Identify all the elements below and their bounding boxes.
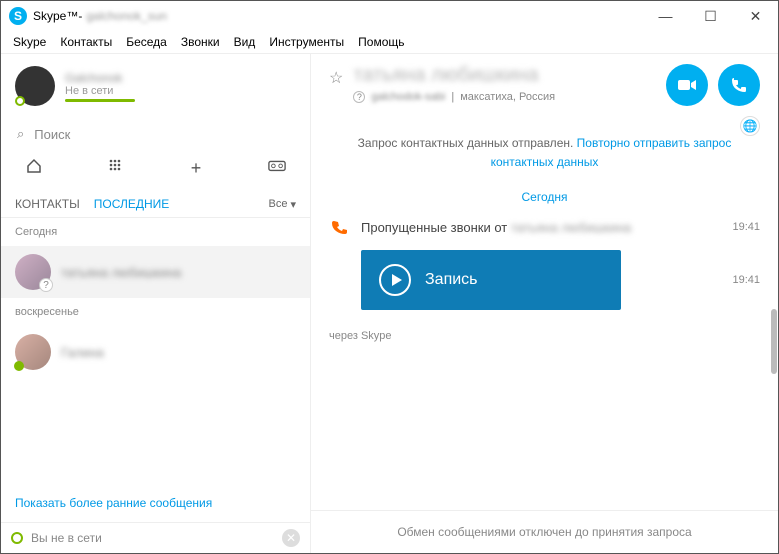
voice-label: Запись <box>425 271 478 289</box>
skype-logo-icon: S <box>9 7 27 25</box>
help-icon[interactable]: ? <box>353 91 365 103</box>
sidebar-tabs: КОНТАКТЫ ПОСЛЕДНИЕ Все ▾ <box>1 191 310 218</box>
group-today: Сегодня <box>1 218 310 246</box>
via-label: через Skype <box>329 316 760 348</box>
sep: | <box>451 91 454 103</box>
search-icon: ⌕ <box>17 126 24 142</box>
app-title: Skype™ <box>33 9 78 23</box>
group-sunday: воскресенье <box>1 298 310 326</box>
offline-banner: Вы не в сети ✕ <box>1 522 310 553</box>
menu-calls[interactable]: Звонки <box>181 35 220 49</box>
scrollbar-thumb[interactable] <box>771 309 777 374</box>
show-earlier-link[interactable]: Показать более ранние сообщения <box>1 484 310 522</box>
tab-contacts[interactable]: КОНТАКТЫ <box>15 197 80 211</box>
presence-dot-icon <box>15 96 25 106</box>
filter-label: Все <box>269 198 288 210</box>
chevron-down-icon: ▾ <box>290 198 296 211</box>
add-contact-button[interactable]: + <box>187 158 205 179</box>
menu-help[interactable]: Помощь <box>358 35 404 49</box>
menu-bar: Skype Контакты Беседа Звонки Вид Инструм… <box>1 31 778 54</box>
search-input[interactable]: ⌕ Поиск <box>1 118 310 150</box>
self-status: Не в сети <box>65 85 135 97</box>
filter-dropdown[interactable]: Все ▾ <box>269 198 297 211</box>
dismiss-offline-button[interactable]: ✕ <box>282 529 300 547</box>
recent-list: Сегодня ? татьяна любишкина воскресенье … <box>1 218 310 484</box>
tab-recent[interactable]: ПОСЛЕДНИЕ <box>94 197 170 211</box>
messages: Пропущенные звонки от татьяна любишкина … <box>311 210 778 510</box>
avatar: ? <box>15 254 51 290</box>
contact-name: Галина <box>61 345 104 360</box>
day-divider: Сегодня <box>311 184 778 210</box>
menu-view[interactable]: Вид <box>234 35 256 49</box>
voice-time: 19:41 <box>732 274 760 286</box>
menu-tools[interactable]: Инструменты <box>269 35 344 49</box>
search-placeholder: Поиск <box>34 127 70 142</box>
chat-panel: ☆ татьяна любишкина ? galchodok-sabi | м… <box>311 54 778 553</box>
self-avatar <box>15 66 55 106</box>
menu-skype[interactable]: Skype <box>13 35 46 49</box>
favorite-button[interactable]: ☆ <box>329 68 343 88</box>
voicemail-button[interactable] <box>268 158 286 179</box>
voice-message[interactable]: Запись <box>361 250 621 310</box>
request-banner: Запрос контактных данных отправлен. Повт… <box>311 116 778 184</box>
self-profile[interactable]: Galchonok Не в сети <box>1 54 310 118</box>
list-item[interactable]: ? татьяна любишкина <box>1 246 310 298</box>
menu-contacts[interactable]: Контакты <box>60 35 112 49</box>
chat-contact-name: татьяна любишкина <box>353 64 656 87</box>
contact-name: татьяна любишкина <box>61 265 181 280</box>
offline-dot-icon <box>11 532 23 544</box>
menu-conversation[interactable]: Беседа <box>126 35 167 49</box>
chat-location: максатиха, Россия <box>460 91 555 103</box>
title-sep: - <box>78 9 82 23</box>
unknown-status-icon: ? <box>39 278 53 292</box>
banner-text: Запрос контактных данных отправлен. <box>358 136 577 150</box>
dialpad-button[interactable] <box>106 158 124 179</box>
missed-call-icon <box>329 216 351 238</box>
chat-header: ☆ татьяна любишкина ? galchodok-sabi | м… <box>311 54 778 116</box>
maximize-button[interactable]: ☐ <box>688 1 733 31</box>
list-item[interactable]: Галина <box>1 326 310 378</box>
window-user: galchonok_sun <box>86 9 167 23</box>
voice-message-row: Запись 19:41 <box>329 244 760 316</box>
globe-icon[interactable]: 🌐 <box>740 116 760 136</box>
disabled-input-banner: Обмен сообщениями отключен до принятия з… <box>311 510 778 553</box>
title-bar: S Skype™ - galchonok_sun — ☐ ✕ <box>1 1 778 31</box>
sidebar: Galchonok Не в сети ⌕ Поиск + КОНТАКТЫ П… <box>1 54 311 553</box>
play-button[interactable] <box>379 264 411 296</box>
avatar <box>15 334 51 370</box>
missed-call-row[interactable]: Пропущенные звонки от татьяна любишкина … <box>329 210 760 244</box>
missed-call-text: Пропущенные звонки от татьяна любишкина <box>361 220 722 235</box>
home-button[interactable] <box>25 158 43 179</box>
self-name: Galchonok <box>65 71 135 85</box>
status-underline <box>65 99 135 102</box>
minimize-button[interactable]: — <box>643 1 688 31</box>
audio-call-button[interactable] <box>718 64 760 106</box>
chat-handle: galchodok-sabi <box>371 91 445 103</box>
online-status-icon <box>14 361 24 371</box>
sidebar-toolbar: + <box>1 150 310 191</box>
missed-call-time: 19:41 <box>732 221 760 233</box>
close-button[interactable]: ✕ <box>733 1 778 31</box>
video-call-button[interactable] <box>666 64 708 106</box>
offline-text: Вы не в сети <box>31 531 102 545</box>
